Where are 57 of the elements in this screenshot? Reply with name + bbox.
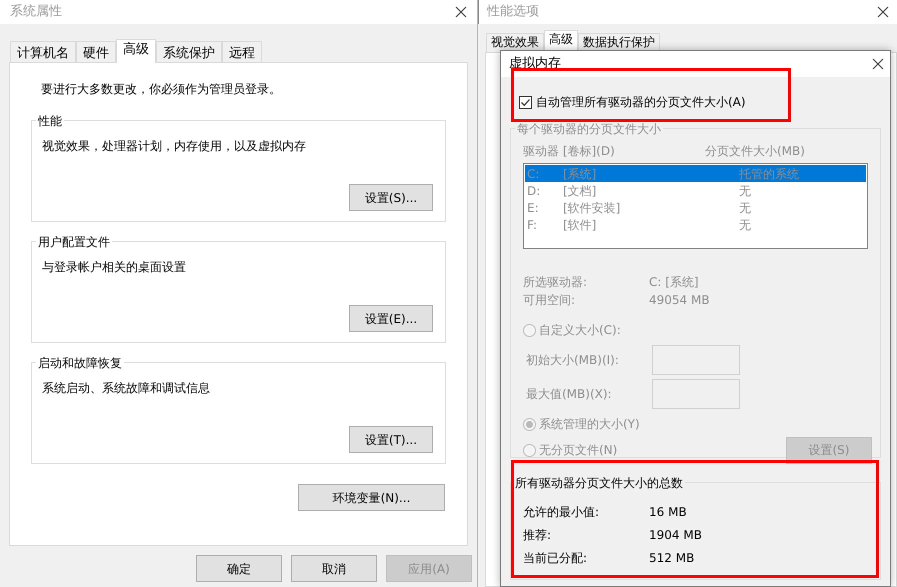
drive-letter: C: bbox=[526, 166, 540, 182]
drive-label: [软件安装] bbox=[563, 200, 622, 216]
drive-label: [系统] bbox=[563, 166, 598, 182]
environment-variables-button[interactable]: 环境变量(N)... bbox=[298, 484, 445, 511]
drive-label: [文档] bbox=[563, 182, 598, 200]
group-description: 系统启动、系统故障和调试信息 bbox=[41, 380, 211, 397]
total-label: 允许的最小值: bbox=[523, 504, 600, 520]
page-file-size: 托管的系统 bbox=[739, 166, 799, 182]
page-file-size: 无 bbox=[739, 216, 751, 234]
notice-text: 要进行大多数更改，你必须作为管理员登录。 bbox=[40, 81, 282, 98]
tab[interactable]: 视觉效果 bbox=[486, 33, 544, 52]
page-file-size: 无 bbox=[739, 200, 751, 216]
tab[interactable]: 计算机名 bbox=[10, 41, 76, 62]
field-label: 初始大小(MB)(I): bbox=[526, 352, 620, 369]
group-title: 启动和故障恢复 bbox=[36, 354, 124, 372]
radio-label: 系统管理的大小(Y) bbox=[539, 416, 640, 433]
checkbox-label: 自动管理所有驱动器的分页文件大小(A) bbox=[536, 94, 746, 111]
info-value: C: [系统] bbox=[649, 274, 699, 291]
drive-letter: E: bbox=[526, 200, 540, 216]
group-title: 性能 bbox=[36, 112, 64, 130]
group-description: 与登录帐户相关的桌面设置 bbox=[41, 259, 187, 276]
tab[interactable]: 远程 bbox=[222, 41, 262, 62]
group-description: 视觉效果，处理器计划，内存使用，以及虚拟内存 bbox=[41, 138, 307, 155]
settings-button[interactable]: 设置(E)... bbox=[349, 305, 433, 332]
column-header: 驱动器 [卷标](D) bbox=[523, 143, 616, 158]
info-label: 可用空间: bbox=[523, 292, 576, 309]
window-title: 系统属性 bbox=[10, 3, 62, 22]
group-title: 用户配置文件 bbox=[36, 233, 112, 251]
page-file-size: 无 bbox=[739, 182, 751, 200]
tab[interactable]: 高级 bbox=[544, 30, 578, 52]
settings-button[interactable]: 设置(S)... bbox=[349, 184, 433, 211]
radio-label: 无分页文件(N) bbox=[539, 442, 618, 459]
dialog-button[interactable]: 确定 bbox=[196, 555, 282, 582]
dialog-button[interactable]: 取消 bbox=[291, 555, 377, 582]
drive-label: [软件] bbox=[563, 216, 598, 234]
close-icon[interactable] bbox=[877, 6, 889, 18]
checkbox[interactable] bbox=[519, 96, 532, 108]
tab[interactable]: 系统保护 bbox=[156, 41, 222, 62]
total-label: 当前已分配: bbox=[523, 550, 588, 566]
total-value: 16 MB bbox=[649, 504, 687, 520]
total-label: 推荐: bbox=[523, 526, 552, 544]
total-value: 1904 MB bbox=[649, 526, 702, 544]
drive-letter: F: bbox=[526, 216, 538, 234]
close-icon[interactable] bbox=[455, 6, 467, 18]
tab[interactable]: 硬件 bbox=[76, 41, 116, 62]
settings-button[interactable]: 设置(T)... bbox=[349, 426, 433, 453]
close-icon[interactable] bbox=[872, 58, 884, 70]
drive-letter: D: bbox=[526, 182, 542, 200]
info-value: 49054 MB bbox=[649, 292, 710, 309]
tab[interactable]: 高级 bbox=[116, 39, 156, 63]
radio-label: 自定义大小(C): bbox=[539, 322, 621, 339]
dialog-title: 虚拟内存 bbox=[509, 55, 561, 74]
total-value: 512 MB bbox=[649, 550, 694, 566]
column-header: 分页文件大小(MB) bbox=[705, 143, 805, 158]
window-title: 性能选项 bbox=[487, 3, 539, 22]
field-label: 最大值(MB)(X): bbox=[526, 386, 613, 403]
info-label: 所选驱动器: bbox=[523, 274, 588, 291]
